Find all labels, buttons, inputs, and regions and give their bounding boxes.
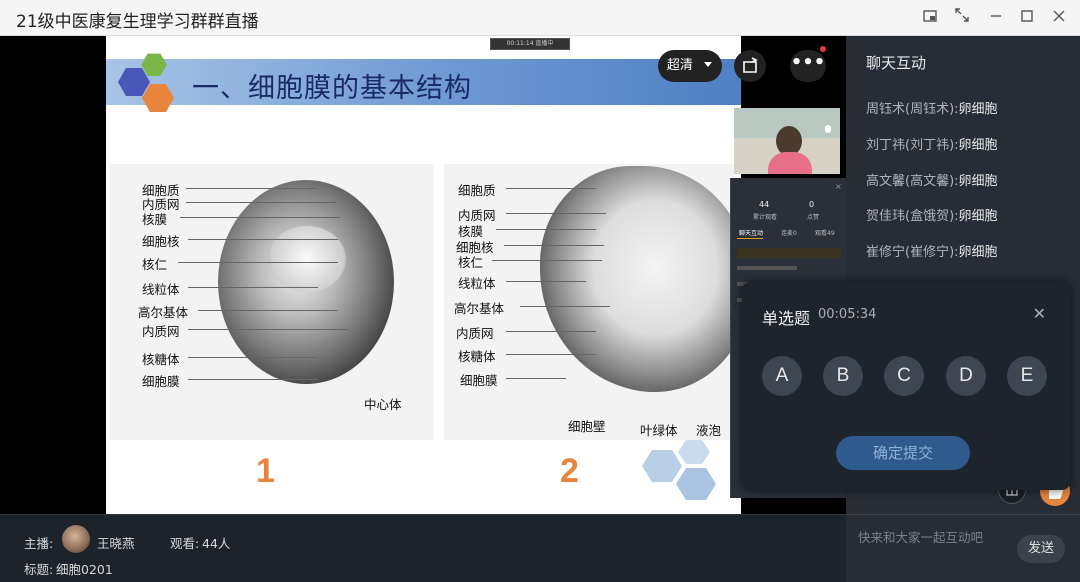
live-video-area[interactable]: 00:11:14 直播中 一、细胞膜的基本结构 细胞质 内质网 核膜 细胞核 核…: [0, 36, 846, 514]
title-bar: 21级中医康复生理学习群群直播: [0, 0, 1080, 36]
decorative-hexagons-icon: [642, 440, 716, 500]
quiz-option-a[interactable]: A: [762, 356, 802, 396]
fig1-label: 核膜: [142, 212, 168, 227]
fig1-label: 核仁: [142, 257, 168, 272]
quiz-timer: 00:05:34: [818, 307, 877, 322]
topic-value: 细胞0201: [56, 562, 113, 577]
picture-in-picture-icon[interactable]: [918, 6, 942, 30]
chat-message: 贺佳玮(盒饿贺):卵细胞: [866, 209, 998, 224]
single-choice-quiz-dialog: 单选题 00:05:34 ✕ A B C D E 确定提交: [742, 282, 1070, 490]
viewers-label: 观看:: [170, 536, 200, 551]
microphone-icon: [825, 125, 831, 133]
chat-message: 周钰术(周钰术):卵细胞: [866, 102, 998, 117]
fig2-label: 核糖体: [458, 349, 496, 364]
fig1-label: 核糖体: [142, 352, 180, 367]
fig2-label: 细胞膜: [460, 373, 498, 388]
topic-label: 标题:: [24, 562, 54, 577]
fig1-label: 线粒体: [142, 282, 180, 297]
quiz-option-c[interactable]: C: [884, 356, 924, 396]
fig2-label: 线粒体: [458, 276, 496, 291]
fig2-label: 细胞壁: [568, 419, 606, 434]
quiz-option-b[interactable]: B: [823, 356, 863, 396]
live-status-badge: 00:11:14 直播中: [490, 38, 570, 50]
more-icon: •••: [790, 52, 826, 73]
fig2-label: 核仁: [458, 255, 484, 270]
fig2-label: 内质网: [456, 326, 494, 341]
figure-number: 2: [560, 452, 579, 490]
hexagon-logo-icon: [118, 53, 174, 112]
chat-panel-title: 聊天互动: [866, 54, 927, 72]
fig1-label: 内质网: [142, 324, 180, 339]
fig1-label: 细胞核: [142, 234, 180, 249]
quiz-close-icon[interactable]: ✕: [1033, 304, 1046, 323]
fig2-label: 叶绿体: [640, 423, 678, 438]
stream-info-bar: 主播: 王晓燕 观看: 44人 标题: 细胞0201: [0, 514, 846, 582]
viewers-count: 44人: [202, 536, 231, 551]
fig2-label: 液泡: [696, 423, 722, 438]
chat-message: 高文馨(高文馨):卵细胞: [866, 174, 998, 189]
close-icon[interactable]: ×: [835, 182, 842, 191]
teacher-body: [768, 152, 812, 174]
fig2-label: 细胞质: [458, 183, 496, 198]
window-title: 21级中医康复生理学习群群直播: [16, 12, 259, 32]
quality-selector[interactable]: 超清: [658, 50, 722, 82]
figure-number: 1: [256, 452, 275, 490]
fig2-label: 高尔基体: [454, 301, 505, 316]
host-name: 王晓燕: [97, 536, 135, 551]
plant-cell-image: [540, 166, 741, 392]
more-options-button[interactable]: •••: [790, 50, 826, 82]
fig1-label: 高尔基体: [138, 305, 189, 320]
minimize-icon[interactable]: [984, 6, 1008, 30]
send-button[interactable]: 发送: [1017, 535, 1065, 563]
fullscreen-icon[interactable]: [950, 6, 974, 30]
mini-tab[interactable]: 聊天互动: [739, 228, 763, 237]
quiz-title: 单选题: [762, 309, 811, 328]
quiz-option-d[interactable]: D: [946, 356, 986, 396]
rotate-icon: [743, 57, 758, 73]
quiz-submit-button[interactable]: 确定提交: [836, 436, 970, 470]
presentation-slide: 00:11:14 直播中 一、细胞膜的基本结构 细胞质 内质网 核膜 细胞核 核…: [106, 36, 741, 514]
chat-input-area: 快来和大家一起互动吧 发送: [846, 514, 1080, 582]
caret-down-icon: [704, 62, 713, 67]
host-label: 主播:: [24, 536, 54, 551]
rotate-screen-button[interactable]: [734, 50, 766, 82]
chat-message: 崔修宁(崔修宁):卵细胞: [866, 245, 998, 260]
maximize-icon[interactable]: [1015, 6, 1039, 30]
fig1-label: 细胞膜: [142, 374, 180, 389]
slide-heading: 一、细胞膜的基本结构: [192, 73, 472, 104]
chat-input[interactable]: 快来和大家一起互动吧: [858, 527, 983, 546]
quiz-option-e[interactable]: E: [1007, 356, 1047, 396]
chat-message: 刘丁祎(刘丁祎):卵细胞: [866, 138, 998, 153]
fig1-label: 中心体: [364, 397, 402, 412]
notification-dot: [820, 46, 826, 52]
nucleus-image: [268, 226, 346, 292]
mini-tab[interactable]: 观看49: [815, 228, 835, 237]
close-icon[interactable]: [1047, 6, 1071, 30]
teacher-camera-feed: [734, 108, 840, 174]
mini-tab[interactable]: 连麦0: [781, 228, 797, 237]
host-avatar[interactable]: [62, 525, 90, 553]
